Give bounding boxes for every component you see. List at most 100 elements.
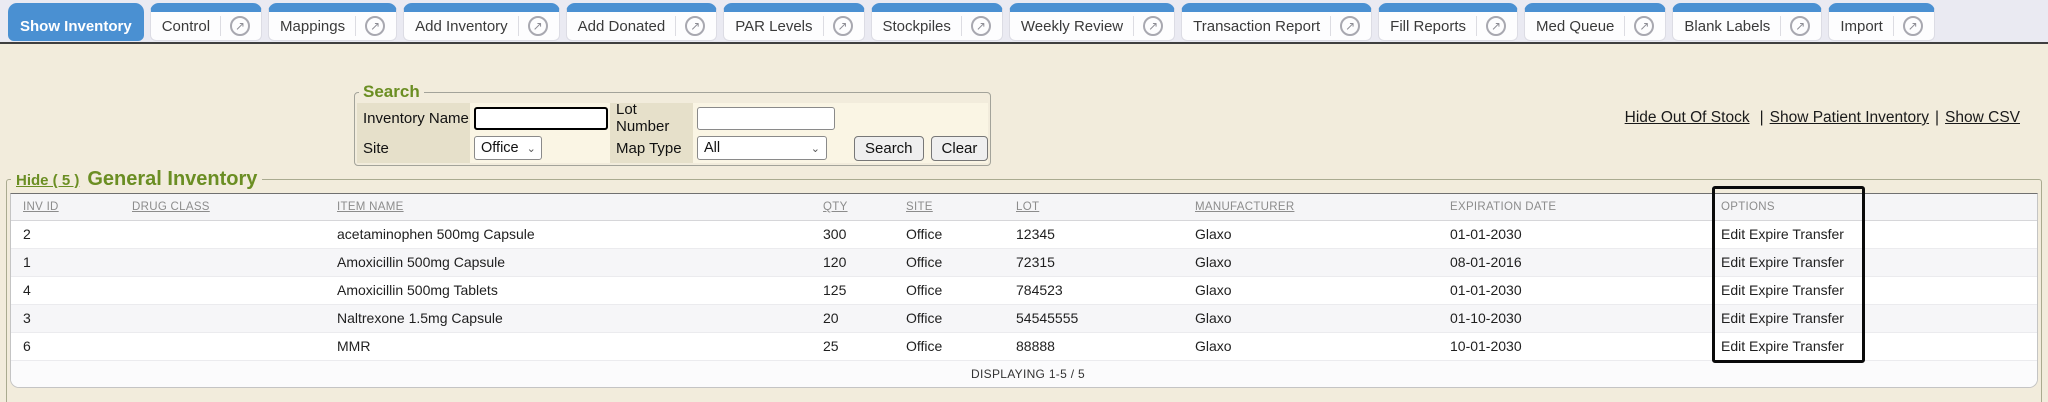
cell-site: Office [894,276,1004,304]
open-new-window-icon[interactable]: ↗ [1903,16,1923,36]
transfer-link[interactable]: Transfer [1792,282,1844,298]
tab-par-levels[interactable]: PAR Levels↗ [723,3,864,41]
transfer-link[interactable]: Transfer [1792,226,1844,242]
tab-mappings[interactable]: Mappings↗ [268,3,397,41]
column-header-site[interactable]: SITE [894,194,1004,220]
open-new-window-icon[interactable]: ↗ [1143,16,1163,36]
cell-filler [1859,220,2037,248]
expire-link[interactable]: Expire [1749,226,1789,242]
column-header-manufacturer[interactable]: MANUFACTURER [1183,194,1438,220]
tab-add-donated[interactable]: Add Donated↗ [566,3,718,41]
cell-manufacturer: Glaxo [1183,248,1438,276]
transfer-link[interactable]: Transfer [1792,338,1844,354]
show-patient-inventory-link[interactable]: Show Patient Inventory [1770,109,1929,126]
inventory-name-input[interactable] [474,107,608,130]
tab-stockpiles[interactable]: Stockpiles↗ [871,3,1003,41]
edit-link[interactable]: Edit [1721,282,1745,298]
tab-label: Med Queue [1536,18,1614,35]
map-type-select[interactable]: All ⌄ [697,136,827,160]
cell-drug-class [120,220,325,248]
tab-med-queue[interactable]: Med Queue ↗ [1524,3,1666,41]
tab-weekly-review[interactable]: Weekly Review↗ [1009,3,1175,41]
tab-divider [518,16,519,36]
cell-inv-id: 2 [11,220,120,248]
show-csv-link[interactable]: Show CSV [1945,109,2020,126]
tab-bar: Show Inventory Control↗Mappings↗Add Inven… [0,0,2048,44]
expire-link[interactable]: Expire [1749,310,1789,326]
open-new-window-icon[interactable]: ↗ [971,16,991,36]
link-separator: | [1760,109,1764,126]
open-new-window-icon[interactable]: ↗ [528,16,548,36]
column-header-lot[interactable]: LOT [1004,194,1183,220]
cell-site: Office [894,248,1004,276]
column-header-inv-id[interactable]: INV ID [11,194,120,220]
tab-divider [355,16,356,36]
inventory-row: 4Amoxicillin 500mg Tablets125Office78452… [11,276,2037,304]
cell-options: Edit Expire Transfer [1709,332,1859,360]
cell-manufacturer: Glaxo [1183,276,1438,304]
cell-expiration-date: 01-01-2030 [1438,220,1709,248]
cell-manufacturer: Glaxo [1183,304,1438,332]
column-header-drug-class[interactable]: DRUG CLASS [120,194,325,220]
open-new-window-icon[interactable]: ↗ [833,16,853,36]
tab-label: Transaction Report [1193,18,1320,35]
edit-link[interactable]: Edit [1721,226,1745,242]
cell-filler [1859,276,2037,304]
site-select[interactable]: Office ⌄ [474,136,542,160]
cell-lot: 54545555 [1004,304,1183,332]
cell-inv-id: 6 [11,332,120,360]
expire-link[interactable]: Expire [1749,254,1789,270]
cell-item-name: Naltrexone 1.5mg Capsule [325,304,811,332]
table-footer-row: DISPLAYING 1-5 / 5 [11,360,2037,387]
hide-out-of-stock-link[interactable]: Hide Out Of Stock [1625,109,1750,126]
open-new-window-icon[interactable]: ↗ [1790,16,1810,36]
edit-link[interactable]: Edit [1721,310,1745,326]
search-legend: Search [359,82,424,102]
cell-inv-id: 1 [11,248,120,276]
tab-show-inventory[interactable]: Show Inventory [8,3,144,41]
open-new-window-icon[interactable]: ↗ [365,16,385,36]
transfer-link[interactable]: Transfer [1792,310,1844,326]
tab-blank-labels[interactable]: Blank Labels↗ [1672,3,1822,41]
cell-options: Edit Expire Transfer [1709,220,1859,248]
open-new-window-icon[interactable]: ↗ [685,16,705,36]
cell-qty: 300 [811,220,894,248]
cell-filler [1859,304,2037,332]
column-header-item-name[interactable]: ITEM NAME [325,194,811,220]
link-separator: | [1935,109,1939,126]
expire-link[interactable]: Expire [1749,338,1789,354]
cell-lot: 12345 [1004,220,1183,248]
open-new-window-icon[interactable]: ↗ [1486,16,1506,36]
edit-link[interactable]: Edit [1721,338,1745,354]
cell-expiration-date: 10-01-2030 [1438,332,1709,360]
cell-options: Edit Expire Transfer [1709,304,1859,332]
hide-count-link[interactable]: Hide ( 5 ) [16,172,79,189]
tab-control[interactable]: Control↗ [150,3,262,41]
open-new-window-icon[interactable]: ↗ [1634,16,1654,36]
table-header-row: INV IDDRUG CLASSITEM NAMEQTYSITELOTMANUF… [11,194,2037,220]
clear-button[interactable]: Clear [931,136,989,161]
cell-drug-class [120,304,325,332]
column-header-qty[interactable]: QTY [811,194,894,220]
lot-number-input[interactable] [697,107,835,130]
search-button[interactable]: Search [854,136,924,161]
inventory-table: INV IDDRUG CLASSITEM NAMEQTYSITELOTMANUF… [11,194,2037,387]
cell-item-name: Amoxicillin 500mg Capsule [325,248,811,276]
transfer-link[interactable]: Transfer [1792,254,1844,270]
cell-qty: 20 [811,304,894,332]
tab-fill-reports[interactable]: Fill Reports↗ [1378,3,1518,41]
column-header-expiration-date: EXPIRATION DATE [1438,194,1709,220]
inventory-name-label: Inventory Name [357,103,470,133]
tab-import[interactable]: Import↗ [1828,3,1935,41]
search-panel: Search Inventory Name Lot Number Site Of… [354,82,991,166]
expire-link[interactable]: Expire [1749,282,1789,298]
cell-lot: 88888 [1004,332,1183,360]
edit-link[interactable]: Edit [1721,254,1745,270]
map-type-select-value: All [704,140,720,156]
tab-transaction-report[interactable]: Transaction Report ↗ [1181,3,1372,41]
tab-add-inventory[interactable]: Add Inventory↗ [403,3,560,41]
open-new-window-icon[interactable]: ↗ [1340,16,1360,36]
open-new-window-icon[interactable]: ↗ [230,16,250,36]
tab-label: Show Inventory [20,18,132,35]
inventory-row: 6MMR25Office88888Glaxo10-01-2030Edit Exp… [11,332,2037,360]
